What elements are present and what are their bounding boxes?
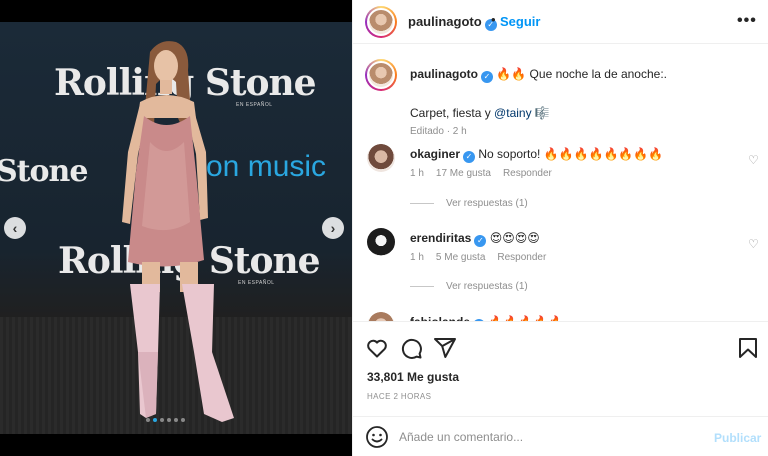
commenter-avatar[interactable]	[367, 144, 395, 172]
post-header: paulinagoto ✓ • Seguir •••	[353, 0, 768, 44]
dress-shine	[142, 142, 190, 231]
publish-button[interactable]: Publicar	[714, 431, 761, 445]
comment-time[interactable]: 1 h	[410, 168, 424, 179]
verified-icon: ✓	[463, 151, 476, 163]
heart-icon[interactable]: ♡	[748, 237, 759, 251]
carousel-dots	[146, 418, 185, 422]
mention-link[interactable]: @tainy	[494, 106, 532, 120]
comment-text: 😍😍😍😍	[489, 231, 540, 245]
reply-button[interactable]: Responder	[497, 252, 546, 263]
bookmark-icon[interactable]	[736, 336, 760, 360]
comment-meta: 1 h 17 Me gusta Responder	[410, 168, 564, 179]
view-replies-button[interactable]: Ver respuestas (1)	[410, 281, 528, 292]
post-actions: 33,801 Me gusta HACE 2 HORAS	[353, 321, 768, 415]
commenter-avatar[interactable]	[367, 228, 395, 256]
share-icon[interactable]	[433, 336, 457, 360]
caption-line2-text: Carpet, fiesta y	[410, 106, 495, 120]
comment-body: erendiritas ✓ 😍😍😍😍	[410, 231, 540, 247]
commenter-username[interactable]: erendiritas	[410, 231, 471, 245]
neck	[160, 80, 172, 94]
carousel-dot[interactable]	[167, 418, 171, 422]
comment-body: okaginer ✓ No soporto! 🔥🔥🔥🔥🔥🔥🔥🔥	[410, 147, 663, 163]
caption-line-2: Carpet, fiesta y @tainy 🎼	[410, 106, 550, 120]
chevron-right-icon[interactable]: ›	[322, 217, 344, 239]
commenter-username[interactable]: okaginer	[410, 147, 460, 161]
avatar-image	[367, 8, 395, 36]
instagram-post-page: Rolling Stone EN ESPAÑOL Stone on music …	[0, 0, 768, 456]
reply-button[interactable]: Responder	[503, 168, 552, 179]
emoji-icon[interactable]	[365, 425, 389, 449]
carousel-dot[interactable]	[174, 418, 178, 422]
comment-item: okaginer ✓ No soporto! 🔥🔥🔥🔥🔥🔥🔥🔥 1 h 17 Me …	[365, 144, 759, 179]
face	[154, 50, 178, 82]
caption-meta: Editado · 2 h	[410, 126, 467, 137]
verified-icon: ✓	[474, 235, 487, 247]
heart-icon[interactable]: ♡	[748, 153, 759, 167]
follow-button[interactable]: Seguir	[500, 14, 540, 29]
caption-text: 🔥🔥 Que noche la de anoche:.	[496, 67, 667, 81]
verified-icon: ✓	[481, 71, 493, 83]
carousel-dot[interactable]	[181, 418, 185, 422]
comment-text: No soporto! 🔥🔥🔥🔥🔥🔥🔥🔥	[478, 147, 664, 161]
header-separator: •	[491, 12, 496, 27]
heart-icon[interactable]	[365, 336, 389, 360]
post-media: Rolling Stone EN ESPAÑOL Stone on music …	[0, 0, 352, 456]
post-photo[interactable]: Rolling Stone EN ESPAÑOL Stone on music …	[0, 22, 352, 434]
carousel-dot[interactable]	[153, 418, 157, 422]
person-figure	[122, 41, 234, 422]
commenter-avatar[interactable]	[367, 312, 395, 321]
carousel-dot[interactable]	[146, 418, 150, 422]
comment-input[interactable]	[399, 427, 699, 447]
likes-count[interactable]: 33,801 Me gusta	[367, 370, 459, 384]
comment-meta: 1 h 5 Me gusta Responder	[410, 252, 558, 263]
comment-likes[interactable]: 5 Me gusta	[436, 252, 485, 263]
comment-time[interactable]: 1 h	[410, 252, 424, 263]
caption-username[interactable]: paulinagoto	[410, 67, 478, 81]
author-avatar[interactable]	[365, 6, 397, 38]
post-time-ago[interactable]: HACE 2 HORAS	[367, 392, 431, 401]
replies-rule	[410, 203, 434, 204]
post-side-panel: paulinagoto ✓ • Seguir ••• paulinagoto ✓ 🔥…	[352, 0, 768, 456]
comment-icon[interactable]	[399, 336, 423, 360]
add-comment-bar: Publicar	[353, 416, 768, 456]
chevron-left-icon[interactable]: ‹	[4, 217, 26, 239]
view-replies-label[interactable]: Ver respuestas (1)	[446, 198, 528, 209]
comment-item: erendiritas ✓ 😍😍😍😍 1 h 5 Me gusta Responder…	[365, 228, 759, 263]
caption-avatar[interactable]	[365, 59, 397, 91]
more-icon[interactable]: •••	[737, 12, 757, 30]
carousel-dot[interactable]	[160, 418, 164, 422]
caption-line2-emoji: 🎼	[534, 106, 550, 120]
author-username-text[interactable]: paulinagoto	[408, 14, 482, 29]
avatar-image	[367, 61, 395, 89]
comment-likes[interactable]: 17 Me gusta	[436, 168, 491, 179]
view-replies-label[interactable]: Ver respuestas (1)	[446, 281, 528, 292]
replies-rule	[410, 286, 434, 287]
caption-text-line: paulinagoto ✓ 🔥🔥 Que noche la de anoche:.	[410, 65, 750, 83]
right-boot	[182, 284, 234, 422]
view-replies-button[interactable]: Ver respuestas (1)	[410, 198, 528, 209]
comment-item: fabiolande✓ 🔥🔥🔥🔥🔥	[365, 312, 757, 321]
comments-list[interactable]: paulinagoto ✓ 🔥🔥 Que noche la de anoche:.…	[353, 45, 768, 321]
author-username[interactable]: paulinagoto ✓	[408, 14, 497, 31]
